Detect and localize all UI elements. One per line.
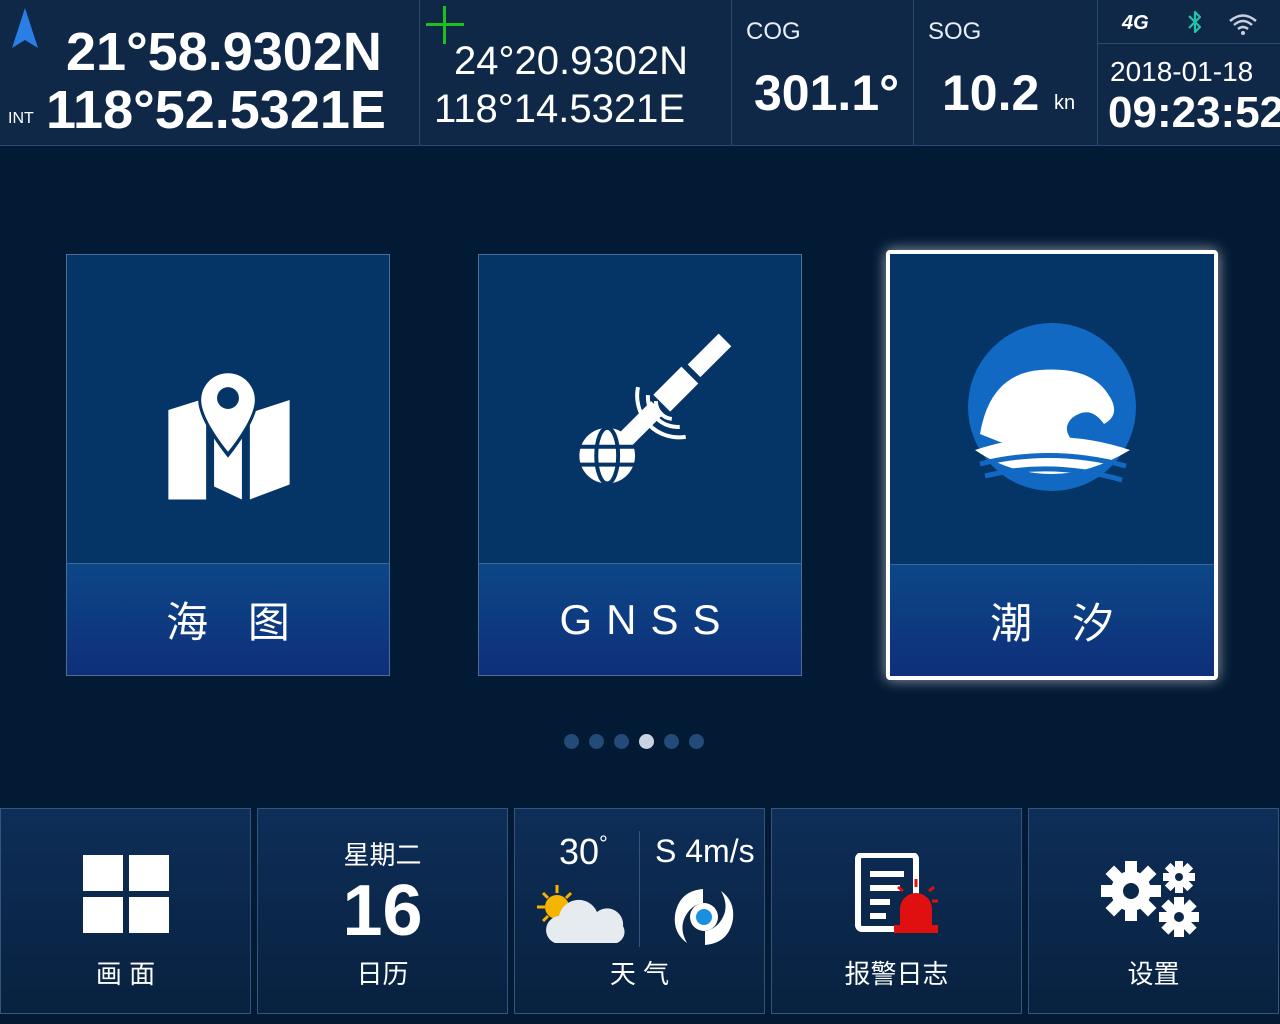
temperature-value: 30 [559,831,600,872]
page-dot[interactable] [664,734,679,749]
alarm-log-icon [855,853,938,933]
page-dot[interactable] [614,734,629,749]
temperature-unit: ° [599,831,608,856]
app-card-label: GNSS [479,563,801,675]
sog-value: 10.2 [942,65,1040,121]
date-display: 2018-01-18 [1110,56,1254,87]
main-screen: 21°58.9302N INT 118°52.5321E 24°20.9302N… [0,0,1280,1024]
tile-settings-label: 设置 [1127,959,1180,989]
page-dot[interactable] [564,734,579,749]
app-card-gnss[interactable]: GNSS [478,254,802,676]
cog-panel: COG 301.1° [732,0,914,146]
calendar-day: 16 [342,871,423,951]
tile-calendar[interactable]: 星期二 16 日历 [257,808,508,1014]
bluetooth-icon [1188,10,1202,34]
cursor-longitude: 118°14.5321E [434,87,686,131]
time-display: 09:23:52 [1108,88,1280,137]
tile-weather-label: 天 气 [609,959,670,989]
connectivity-icons: 4G [1098,0,1280,44]
page-dot-active[interactable] [639,734,654,749]
tide-wave-icon [968,323,1136,491]
tile-weather[interactable]: 30° S 4m/s 天 气 [514,808,765,1014]
weather-divider [639,831,640,947]
cursor-position-panel[interactable]: 24°20.9302N 118°14.5321E [420,0,732,146]
tile-settings[interactable]: 设置 [1028,808,1279,1014]
app-card-label: 潮 汐 [890,564,1214,676]
tile-alarm-log[interactable]: 报警日志 [771,808,1022,1014]
app-card-chart[interactable]: 海 图 [66,254,390,676]
navigation-arrow-icon [12,8,38,48]
status-panel: 4G 2018-01-18 09:23:52 [1098,0,1280,146]
own-latitude: 21°58.9302N [66,22,382,82]
page-dot[interactable] [589,734,604,749]
wifi-icon [1229,14,1257,35]
network-4g-icon: 4G [1122,12,1149,34]
sog-label: SOG [928,18,982,45]
position-mode-label: INT [8,110,34,127]
app-card-tide[interactable]: 潮 汐 [886,250,1218,680]
tile-calendar-label: 日历 [356,959,409,989]
weather-temperature: 30° [559,831,608,873]
top-status-bar: 21°58.9302N INT 118°52.5321E 24°20.9302N… [0,0,1280,146]
app-card-label: 海 图 [67,563,389,675]
wind-speed: S 4m/s [655,833,755,869]
cog-value: 301.1° [754,65,900,121]
calendar-weekday: 星期二 [343,840,422,870]
tile-screen[interactable]: 画 面 [0,808,251,1014]
cog-label: COG [746,18,801,45]
cursor-latitude: 24°20.9302N [454,39,688,83]
typhoon-icon [674,889,734,945]
page-dot[interactable] [689,734,704,749]
sog-unit: kn [1054,92,1076,114]
page-indicator[interactable] [564,734,704,749]
gear-icon [1101,861,1199,937]
own-position-panel[interactable]: 21°58.9302N INT 118°52.5321E [0,0,420,146]
satellite-icon [579,333,732,486]
chart-map-icon [168,370,290,500]
tile-alarm-log-label: 报警日志 [844,959,949,989]
own-longitude: 118°52.5321E [46,80,386,140]
sog-panel: SOG 10.2 kn [914,0,1098,146]
grid-layout-icon [83,855,169,933]
partly-cloudy-icon [537,885,625,943]
tile-screen-label: 画 面 [95,959,156,989]
